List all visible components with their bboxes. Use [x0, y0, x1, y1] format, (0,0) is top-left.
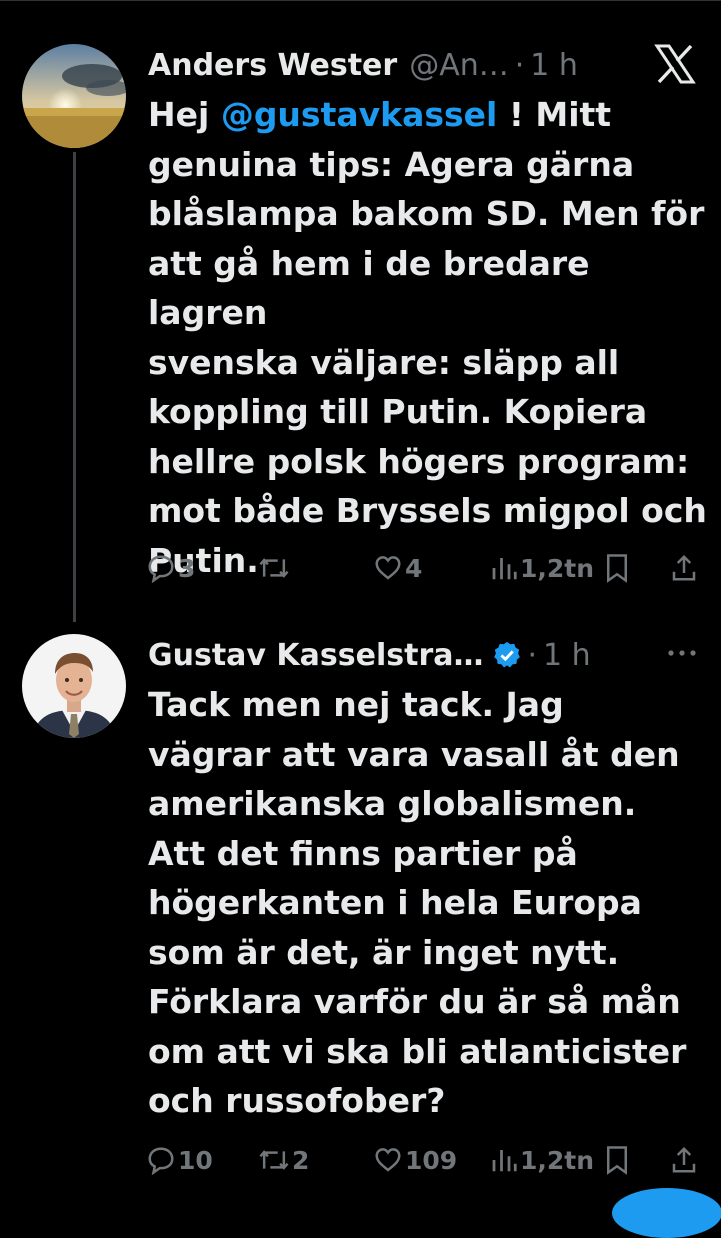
views-icon [492, 1150, 517, 1172]
repost-icon [259, 1150, 289, 1170]
author-handle[interactable]: @An… [409, 48, 509, 83]
avatar-gustav-kasselstrand[interactable] [22, 634, 126, 738]
tweet-header: Anders Wester @An… · 1 h [148, 44, 578, 86]
verified-badge-glyph [493, 641, 520, 668]
like-button[interactable]: 109 [373, 1140, 457, 1180]
views-count: 1,2tn [520, 553, 595, 583]
thread-connector-line [73, 152, 76, 622]
share-button[interactable] [670, 1140, 698, 1180]
more-icon[interactable] [664, 638, 700, 668]
tweet-text-start: Hej [148, 95, 221, 134]
like-icon [375, 556, 401, 580]
like-icon [375, 1148, 401, 1172]
tweet-text: Hej @gustavkassel ! Mitt genuina tips: A… [148, 90, 708, 585]
mention-link[interactable]: @gustavkassel [221, 95, 498, 134]
timestamp[interactable]: 1 h [543, 638, 591, 673]
compose-fab-edge[interactable] [612, 1188, 721, 1238]
timestamp[interactable]: 1 h [530, 48, 578, 83]
repost-icon [259, 558, 289, 578]
author-name[interactable]: Anders Wester [148, 48, 397, 83]
tweet-text-rest: ! Mitt genuina tips: Agera gärna blåslam… [148, 95, 707, 580]
repost-button[interactable]: 2 [258, 1140, 309, 1180]
x-logo-icon[interactable] [654, 44, 696, 84]
tweet-actions: 3 4 1,2tn [146, 548, 706, 588]
author-name[interactable]: Gustav Kasselstra… [148, 638, 484, 673]
bookmark-icon [607, 1146, 627, 1175]
reply-icon [148, 1147, 174, 1175]
like-count: 109 [405, 1145, 458, 1175]
reply-count: 10 [178, 1145, 213, 1175]
share-icon [672, 554, 696, 581]
bookmark-button[interactable] [604, 1140, 630, 1180]
avatar-anders-wester[interactable] [22, 44, 126, 148]
bookmark-button[interactable] [604, 548, 630, 588]
share-icon [672, 1146, 696, 1173]
repost-count: 2 [292, 1145, 310, 1175]
reply-icon [148, 555, 174, 583]
like-count: 4 [405, 553, 423, 583]
top-divider [0, 0, 721, 1]
views-button[interactable]: 1,2tn [490, 548, 594, 588]
views-icon [492, 558, 517, 580]
reply-button[interactable]: 10 [146, 1140, 213, 1180]
separator-dot: · [514, 47, 525, 83]
like-button[interactable]: 4 [373, 548, 422, 588]
tweet-actions: 10 2 109 1,2tn [146, 1140, 706, 1180]
repost-button[interactable] [258, 548, 292, 588]
share-button[interactable] [670, 548, 698, 588]
views-button[interactable]: 1,2tn [490, 1140, 594, 1180]
verified-badge-icon [492, 640, 522, 670]
more-dots [668, 650, 696, 656]
tweet-header: Gustav Kasselstra… · 1 h [148, 634, 591, 676]
separator-dot: · [527, 637, 538, 673]
reply-count: 3 [178, 553, 196, 583]
avatar-image [22, 634, 126, 738]
tweet-text: Tack men nej tack. Jag vägrar att vara v… [148, 685, 687, 1120]
reply-button[interactable]: 3 [146, 548, 195, 588]
bookmark-icon [607, 554, 627, 583]
x-logo-glyph [654, 44, 696, 84]
avatar-image [22, 44, 126, 148]
views-count: 1,2tn [520, 1145, 595, 1175]
